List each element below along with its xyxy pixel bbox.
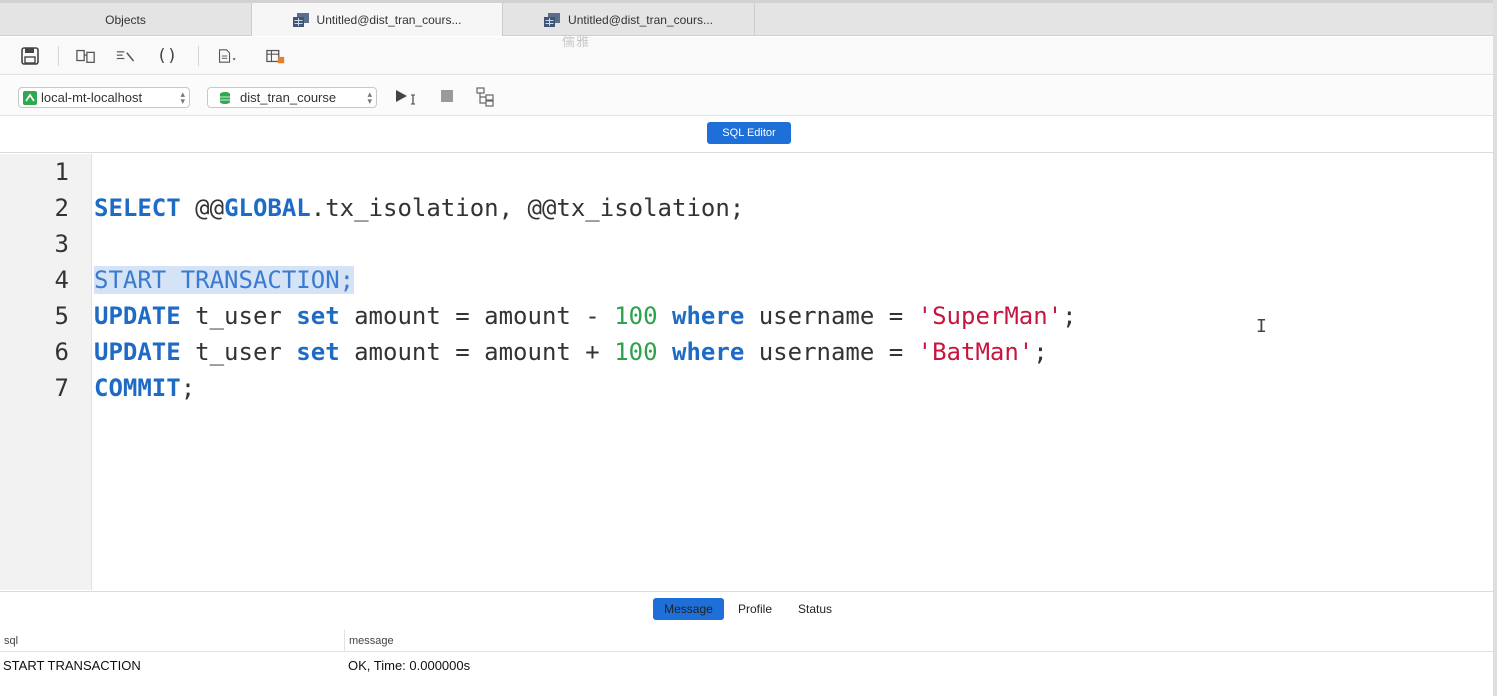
tab-query-1-label: Untitled@dist_tran_cours... bbox=[316, 12, 462, 27]
cell-message: OK, Time: 0.000000s bbox=[348, 658, 471, 673]
stop-icon[interactable] bbox=[440, 89, 454, 108]
sql-string: 'SuperMan' bbox=[917, 302, 1063, 330]
beautify-sql-icon[interactable] bbox=[116, 46, 136, 66]
line-number: 6 bbox=[54, 338, 69, 366]
column-header-message: message bbox=[349, 635, 394, 647]
text-document-icon[interactable] bbox=[218, 46, 238, 66]
sql-text: username = bbox=[744, 338, 918, 366]
database-icon bbox=[220, 91, 230, 104]
sql-keyword: UPDATE bbox=[94, 338, 181, 366]
sql-text: ; bbox=[1033, 338, 1048, 366]
table-row[interactable]: START TRANSACTION OK, Time: 0.000000s bbox=[0, 654, 1497, 676]
sql-string: 'BatMan' bbox=[917, 338, 1034, 366]
tab-query-2[interactable]: Untitled@dist_tran_cours... bbox=[503, 3, 755, 36]
sql-number: 100 bbox=[614, 302, 658, 330]
result-tab-profile[interactable]: Profile bbox=[738, 598, 772, 620]
connection-icon bbox=[23, 90, 37, 105]
column-divider bbox=[344, 630, 345, 652]
selected-sql-text: START TRANSACTION; bbox=[94, 266, 355, 294]
query-table-icon bbox=[292, 12, 309, 27]
sql-keyword: UPDATE bbox=[94, 302, 181, 330]
database-select-value: dist_tran_course bbox=[240, 90, 337, 105]
line-number: 7 bbox=[54, 374, 69, 402]
export-result-icon[interactable] bbox=[266, 46, 286, 66]
tab-objects[interactable]: Objects bbox=[0, 3, 252, 36]
line-number-gutter: 1 2 3 4 5 6 7 bbox=[0, 154, 92, 590]
database-select[interactable]: dist_tran_course ▴ ▾ bbox=[207, 87, 377, 108]
window-edge bbox=[1493, 0, 1497, 696]
sql-text: amount = amount + bbox=[339, 338, 615, 366]
connection-select-value: local-mt-localhost bbox=[41, 90, 143, 105]
sql-text: t_user bbox=[180, 338, 297, 366]
sql-keyword: GLOBAL bbox=[224, 194, 311, 222]
toolbar-divider bbox=[198, 46, 199, 66]
chevron-updown-icon: ▴ ▾ bbox=[180, 89, 185, 106]
result-tab-message[interactable]: Message bbox=[653, 598, 724, 620]
tab-query-2-label: Untitled@dist_tran_cours... bbox=[568, 12, 713, 27]
code-line-7[interactable]: COMMIT; bbox=[94, 370, 195, 406]
editor-header: SQL Editor bbox=[0, 117, 1497, 153]
query-builder-icon[interactable] bbox=[76, 46, 96, 66]
sql-text: t_user bbox=[180, 302, 297, 330]
tab-bar: Objects Untitled@dist_tran_cours... Unti… bbox=[0, 0, 1497, 36]
result-tab-status[interactable]: Status bbox=[798, 598, 832, 620]
connection-bar: local-mt-localhost ▴ ▾ dist_tran_course ▴… bbox=[0, 76, 1497, 116]
sql-keyword: where bbox=[672, 302, 745, 330]
line-number: 1 bbox=[54, 158, 69, 186]
query-table-icon bbox=[544, 12, 561, 27]
sql-keyword: set bbox=[296, 338, 340, 366]
chevron-updown-icon: ▴ ▾ bbox=[367, 89, 372, 106]
sql-keyword: set bbox=[296, 302, 340, 330]
code-line-4[interactable]: START TRANSACTION; bbox=[94, 262, 355, 298]
code-line-2[interactable]: SELECT @@GLOBAL.tx_isolation, @@tx_isola… bbox=[94, 190, 744, 226]
code-line-6[interactable]: UPDATE t_user set amount = amount + 100 … bbox=[94, 334, 1048, 370]
sql-text: ; bbox=[180, 374, 196, 402]
line-number: 4 bbox=[54, 266, 69, 294]
sql-editor[interactable]: 1 2 3 4 5 6 7 SELECT @@GLOBAL.tx_isolati… bbox=[0, 154, 1497, 590]
text-cursor-icon: I bbox=[1256, 316, 1267, 337]
sql-text: .tx_isolation, @@tx_isolation; bbox=[310, 194, 745, 222]
tab-query-1[interactable]: Untitled@dist_tran_cours... bbox=[252, 3, 503, 36]
line-number: 3 bbox=[54, 230, 69, 258]
sql-text: amount = amount - bbox=[339, 302, 615, 330]
save-icon[interactable] bbox=[20, 46, 40, 66]
sql-number: 100 bbox=[614, 338, 658, 366]
run-icon[interactable] bbox=[395, 89, 419, 110]
sql-keyword: SELECT bbox=[94, 194, 181, 222]
watermark-text: 儒雅 bbox=[562, 34, 591, 49]
explain-icon[interactable] bbox=[476, 87, 498, 112]
results-panel: Message Profile Status sql message START… bbox=[0, 591, 1497, 696]
cell-sql: START TRANSACTION bbox=[3, 658, 141, 673]
result-table-header: sql message bbox=[0, 630, 1497, 652]
sql-keyword: where bbox=[672, 338, 745, 366]
tab-objects-label: Objects bbox=[105, 12, 146, 27]
code-line-5[interactable]: UPDATE t_user set amount = amount - 100 … bbox=[94, 298, 1077, 334]
editor-toolbar: () 儒雅 bbox=[0, 34, 1497, 75]
sql-text: @@ bbox=[180, 194, 225, 222]
sql-keyword: COMMIT bbox=[94, 374, 181, 402]
connection-select[interactable]: local-mt-localhost ▴ ▾ bbox=[18, 87, 190, 108]
sql-editor-mode-button[interactable]: SQL Editor bbox=[707, 122, 791, 144]
column-header-sql: sql bbox=[4, 635, 19, 647]
code-snippet-icon[interactable]: () bbox=[157, 46, 177, 66]
line-number: 5 bbox=[54, 302, 69, 330]
sql-text: username = bbox=[744, 302, 918, 330]
line-number: 2 bbox=[54, 194, 69, 222]
sql-text: ; bbox=[1062, 302, 1077, 330]
toolbar-divider bbox=[58, 46, 59, 66]
